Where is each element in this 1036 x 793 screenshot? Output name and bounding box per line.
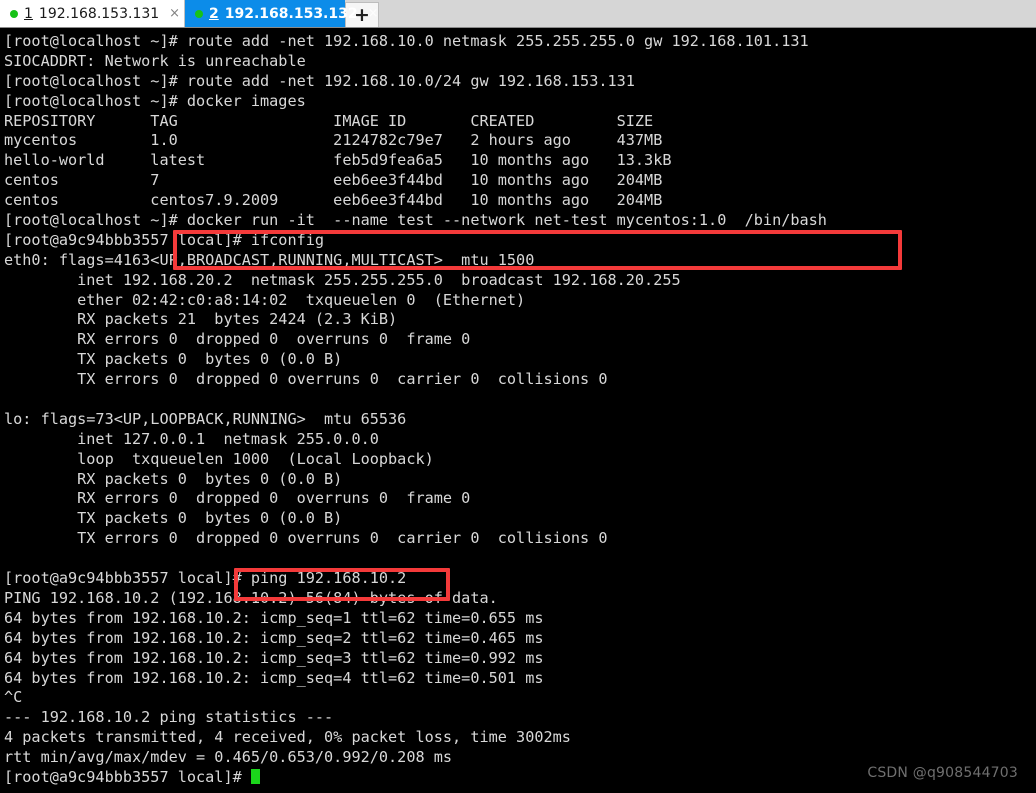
terminal-line: TX errors 0 dropped 0 overruns 0 carrier… (4, 529, 608, 548)
shell-prompt: [root@a9c94bbb3557 local]# (4, 767, 251, 786)
terminal-line: mycentos 1.0 2124782c79e7 2 hours ago 43… (4, 131, 663, 150)
close-icon[interactable]: × (165, 7, 180, 20)
terminal-line: [root@localhost ~]# route add -net 192.1… (4, 32, 809, 50)
terminal-line: inet 127.0.0.1 netmask 255.0.0.0 (4, 429, 379, 448)
close-icon[interactable]: × (364, 7, 379, 20)
terminal-line: centos centos7.9.2009 eeb6ee3f44bd 10 mo… (4, 191, 663, 210)
terminal-line: lo: flags=73<UP,LOOPBACK,RUNNING> mtu 65… (4, 409, 407, 428)
terminal-line: centos 7 eeb6ee3f44bd 10 months ago 204M… (4, 171, 663, 190)
tab-title: 192.168.153.131 (38, 5, 160, 22)
terminal-line: REPOSITORY TAG IMAGE ID CREATED SIZE (4, 111, 654, 130)
connection-status-dot-icon (195, 9, 203, 18)
tab-session-2[interactable]: 2 192.168.153.132 × (185, 0, 379, 27)
terminal-line: RX packets 21 bytes 2424 (2.3 KiB) (4, 310, 398, 329)
terminal-line: RX errors 0 dropped 0 overruns 0 frame 0 (4, 330, 471, 349)
terminal-line: --- 192.168.10.2 ping statistics --- (4, 708, 334, 727)
terminal-line: 64 bytes from 192.168.10.2: icmp_seq=2 t… (4, 628, 544, 647)
terminal-line: [root@localhost ~]# route add -net 192.1… (4, 71, 635, 90)
terminal-line: SIOCADDRT: Network is unreachable (4, 51, 306, 70)
terminal-output-pane[interactable]: [root@localhost ~]# route add -net 192.1… (0, 28, 1036, 793)
terminal-line: eth0: flags=4163<UP,BROADCAST,RUNNING,MU… (4, 250, 535, 269)
tab-number: 1 (24, 5, 33, 22)
terminal-line: RX errors 0 dropped 0 overruns 0 frame 0 (4, 489, 471, 508)
tab-title: 192.168.153.132 (224, 5, 358, 22)
terminal-line: 64 bytes from 192.168.10.2: icmp_seq=1 t… (4, 608, 544, 627)
terminal-line: TX errors 0 dropped 0 overruns 0 carrier… (4, 370, 608, 389)
terminal-line: [root@localhost ~]# docker run -it --nam… (4, 211, 827, 230)
terminal-line: loop txqueuelen 1000 (Local Loopback) (4, 449, 434, 468)
text-cursor (250, 768, 260, 784)
tab-number: 2 (209, 5, 219, 22)
tab-session-1[interactable]: 1 192.168.153.131 × (0, 0, 185, 27)
terminal-tab-bar: 1 192.168.153.131 × 2 192.168.153.132 × … (0, 0, 1036, 28)
terminal-line: hello-world latest feb5d9fea6a5 10 month… (4, 151, 672, 170)
connection-status-dot-icon (10, 9, 18, 18)
terminal-line: 64 bytes from 192.168.10.2: icmp_seq=4 t… (4, 668, 544, 687)
terminal-line: [root@localhost ~]# docker images (4, 91, 306, 110)
terminal-line: 4 packets transmitted, 4 received, 0% pa… (4, 728, 571, 747)
tab-bar-empty-area (379, 0, 1036, 27)
terminal-line: ^C (4, 688, 23, 707)
terminal-line: RX packets 0 bytes 0 (0.0 B) (4, 469, 343, 488)
terminal-line: 64 bytes from 192.168.10.2: icmp_seq=3 t… (4, 648, 544, 667)
terminal-line: [root@a9c94bbb3557 local]# ifconfig (4, 230, 325, 249)
terminal-line: PING 192.168.10.2 (192.168.10.2) 56(84) … (4, 588, 498, 607)
terminal-line: TX packets 0 bytes 0 (0.0 B) (4, 350, 343, 369)
terminal-line: [root@a9c94bbb3557 local]# ping 192.168.… (4, 569, 407, 588)
terminal-line: ether 02:42:c0:a8:14:02 txqueuelen 0 (Et… (4, 290, 526, 309)
terminal-line: inet 192.168.20.2 netmask 255.255.255.0 … (4, 270, 681, 289)
terminal-screen: [root@localhost ~]# route add -net 192.1… (4, 32, 1036, 788)
terminal-line: TX packets 0 bytes 0 (0.0 B) (4, 509, 343, 528)
watermark-text: CSDN @q908544703 (867, 765, 1018, 781)
